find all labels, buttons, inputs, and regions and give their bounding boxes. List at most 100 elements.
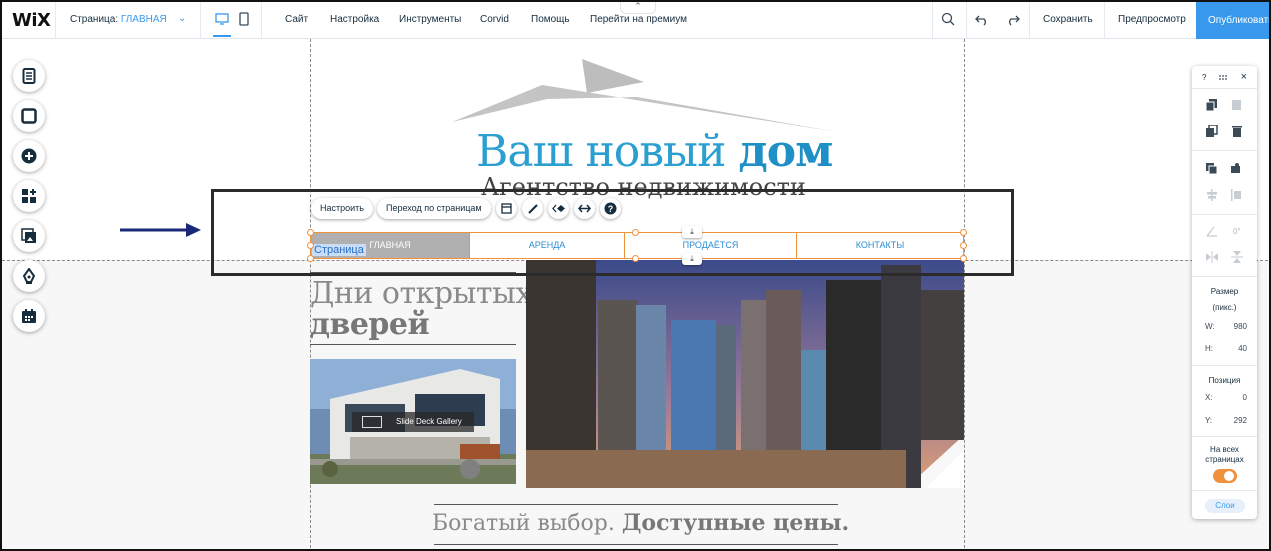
navigate-pages-button[interactable]: Переход по страницам	[377, 198, 491, 219]
arrange-icon[interactable]	[1206, 163, 1218, 175]
resize-handle-tl[interactable]	[307, 229, 314, 236]
pages-button[interactable]	[13, 60, 45, 92]
page-selector[interactable]: Страница: ГЛАВНАЯ ⌄	[70, 13, 186, 25]
tagline[interactable]: Богатый выбор. Доступные цены.	[432, 510, 849, 536]
separator	[966, 2, 967, 39]
open-house-line2: дверей	[310, 307, 430, 342]
separator	[932, 2, 933, 39]
animation-icon[interactable]	[548, 198, 569, 219]
undo-icon[interactable]	[974, 12, 990, 28]
publish-button[interactable]: Опубликовать	[1196, 2, 1269, 39]
y-input[interactable]: 292	[1229, 416, 1247, 425]
panel-divider	[1192, 150, 1257, 151]
app-market-button[interactable]	[13, 180, 45, 212]
title-regular: Ваш новый	[476, 126, 739, 177]
rotate-icon	[1206, 226, 1217, 237]
menu-item-contacts[interactable]: КОНТАКТЫ	[797, 233, 963, 258]
redo-icon[interactable]	[1005, 12, 1021, 28]
size-unit: (пикс.)	[1212, 303, 1237, 312]
blog-button[interactable]	[13, 260, 45, 292]
flip-horizontal-icon	[1206, 251, 1218, 263]
resize-handle-bl[interactable]	[307, 255, 314, 262]
tagline-regular: Богатый выбор.	[432, 511, 622, 536]
divider	[434, 504, 838, 505]
width-label: W:	[1205, 322, 1215, 331]
layers-button[interactable]: Слои	[1205, 499, 1245, 513]
chevron-down-icon: ⌄	[178, 13, 187, 24]
resize-handle-bc[interactable]	[632, 255, 639, 262]
roof-logo	[452, 59, 837, 132]
help-icon[interactable]: ?	[600, 198, 621, 219]
width-input[interactable]: 980	[1229, 322, 1247, 331]
resize-handle-tc[interactable]	[632, 229, 639, 236]
menu-site[interactable]: Сайт	[285, 14, 308, 25]
skyscrapers-image	[526, 260, 964, 488]
anchor-bottom-icon[interactable]: ⤓	[682, 253, 702, 265]
resize-handle-ml[interactable]	[307, 242, 314, 249]
svg-text:?: ?	[608, 204, 614, 214]
editor-top-bar: WiX Страница: ГЛАВНАЯ ⌄ Сайт Настройка И…	[2, 2, 1269, 39]
bookings-icon	[22, 309, 36, 323]
pin-to-screen-icon[interactable]	[1231, 163, 1243, 175]
height-label: H:	[1205, 344, 1213, 353]
rotation-value: 0°	[1233, 227, 1241, 236]
separator	[1104, 2, 1105, 39]
layout-icon[interactable]	[496, 198, 517, 219]
show-on-all-pages-toggle[interactable]	[1213, 469, 1237, 483]
panel-divider	[1192, 436, 1257, 437]
bookings-button[interactable]	[13, 300, 45, 332]
delete-icon[interactable]	[1231, 125, 1243, 137]
mobile-icon	[239, 12, 249, 26]
y-label: Y:	[1205, 416, 1213, 425]
paste-icon	[1232, 100, 1241, 110]
separator	[1029, 2, 1030, 39]
city-photo[interactable]	[526, 260, 964, 488]
desktop-view-button[interactable]	[213, 12, 231, 37]
divider	[434, 544, 838, 545]
site-title[interactable]: Ваш новый дом	[476, 126, 833, 177]
wix-logo[interactable]: WiX	[12, 10, 51, 31]
menu-settings[interactable]: Настройка	[330, 14, 379, 25]
add-button[interactable]	[13, 140, 45, 172]
background-button[interactable]	[13, 100, 45, 132]
menu-upgrade[interactable]: Перейти на премиум	[590, 14, 687, 25]
height-input[interactable]: 40	[1229, 344, 1247, 353]
image-icon	[362, 416, 382, 428]
stretch-icon[interactable]	[574, 198, 595, 219]
design-brush-icon[interactable]	[522, 198, 543, 219]
add-icon	[21, 148, 37, 164]
duplicate-icon[interactable]	[1206, 125, 1218, 137]
menu-help[interactable]: Помощь	[531, 14, 570, 25]
collapse-topbar-handle[interactable]: ⌃	[620, 2, 656, 14]
open-house-heading[interactable]: Дни открытых дверей	[310, 278, 532, 340]
menu-item-rent[interactable]: АРЕНДА	[470, 233, 625, 258]
menu-item-sale[interactable]: ПРОДАЁТСЯ	[625, 233, 797, 258]
all-pages-label-line2: страницах	[1205, 455, 1244, 464]
copy-icon[interactable]	[1206, 99, 1218, 111]
zoom-icon[interactable]	[940, 12, 956, 28]
tagline-bold: Доступные цены.	[621, 510, 850, 536]
menu-corvid[interactable]: Corvid	[480, 14, 509, 25]
align-icon	[1207, 189, 1217, 201]
size-title: Размер	[1210, 287, 1239, 296]
anchor-top-icon[interactable]: ⤓	[682, 226, 702, 238]
resize-handle-tr[interactable]	[960, 229, 967, 236]
panel-divider	[1192, 214, 1257, 215]
x-input[interactable]: 0	[1229, 393, 1247, 402]
panel-divider	[1192, 276, 1257, 277]
menu-tools[interactable]: Инструменты	[399, 14, 461, 25]
media-button[interactable]	[13, 220, 45, 252]
position-title: Позиция	[1208, 376, 1241, 385]
background-icon	[21, 108, 37, 124]
panel-close-icon[interactable]: ×	[1192, 71, 1257, 83]
page-label: Страница:	[70, 14, 119, 25]
resize-handle-mr[interactable]	[960, 242, 967, 249]
editor-window: Ваш новый дом Агентство недвижимости Нас…	[0, 0, 1271, 551]
mobile-view-button[interactable]	[237, 12, 251, 28]
gallery-label-text: Slide Deck Gallery	[396, 417, 462, 426]
settings-button[interactable]: Настроить	[311, 198, 373, 219]
save-button[interactable]: Сохранить	[1043, 14, 1093, 25]
resize-handle-br[interactable]	[960, 255, 967, 262]
title-bold: дом	[738, 126, 833, 177]
preview-button[interactable]: Предпросмотр	[1118, 14, 1186, 25]
